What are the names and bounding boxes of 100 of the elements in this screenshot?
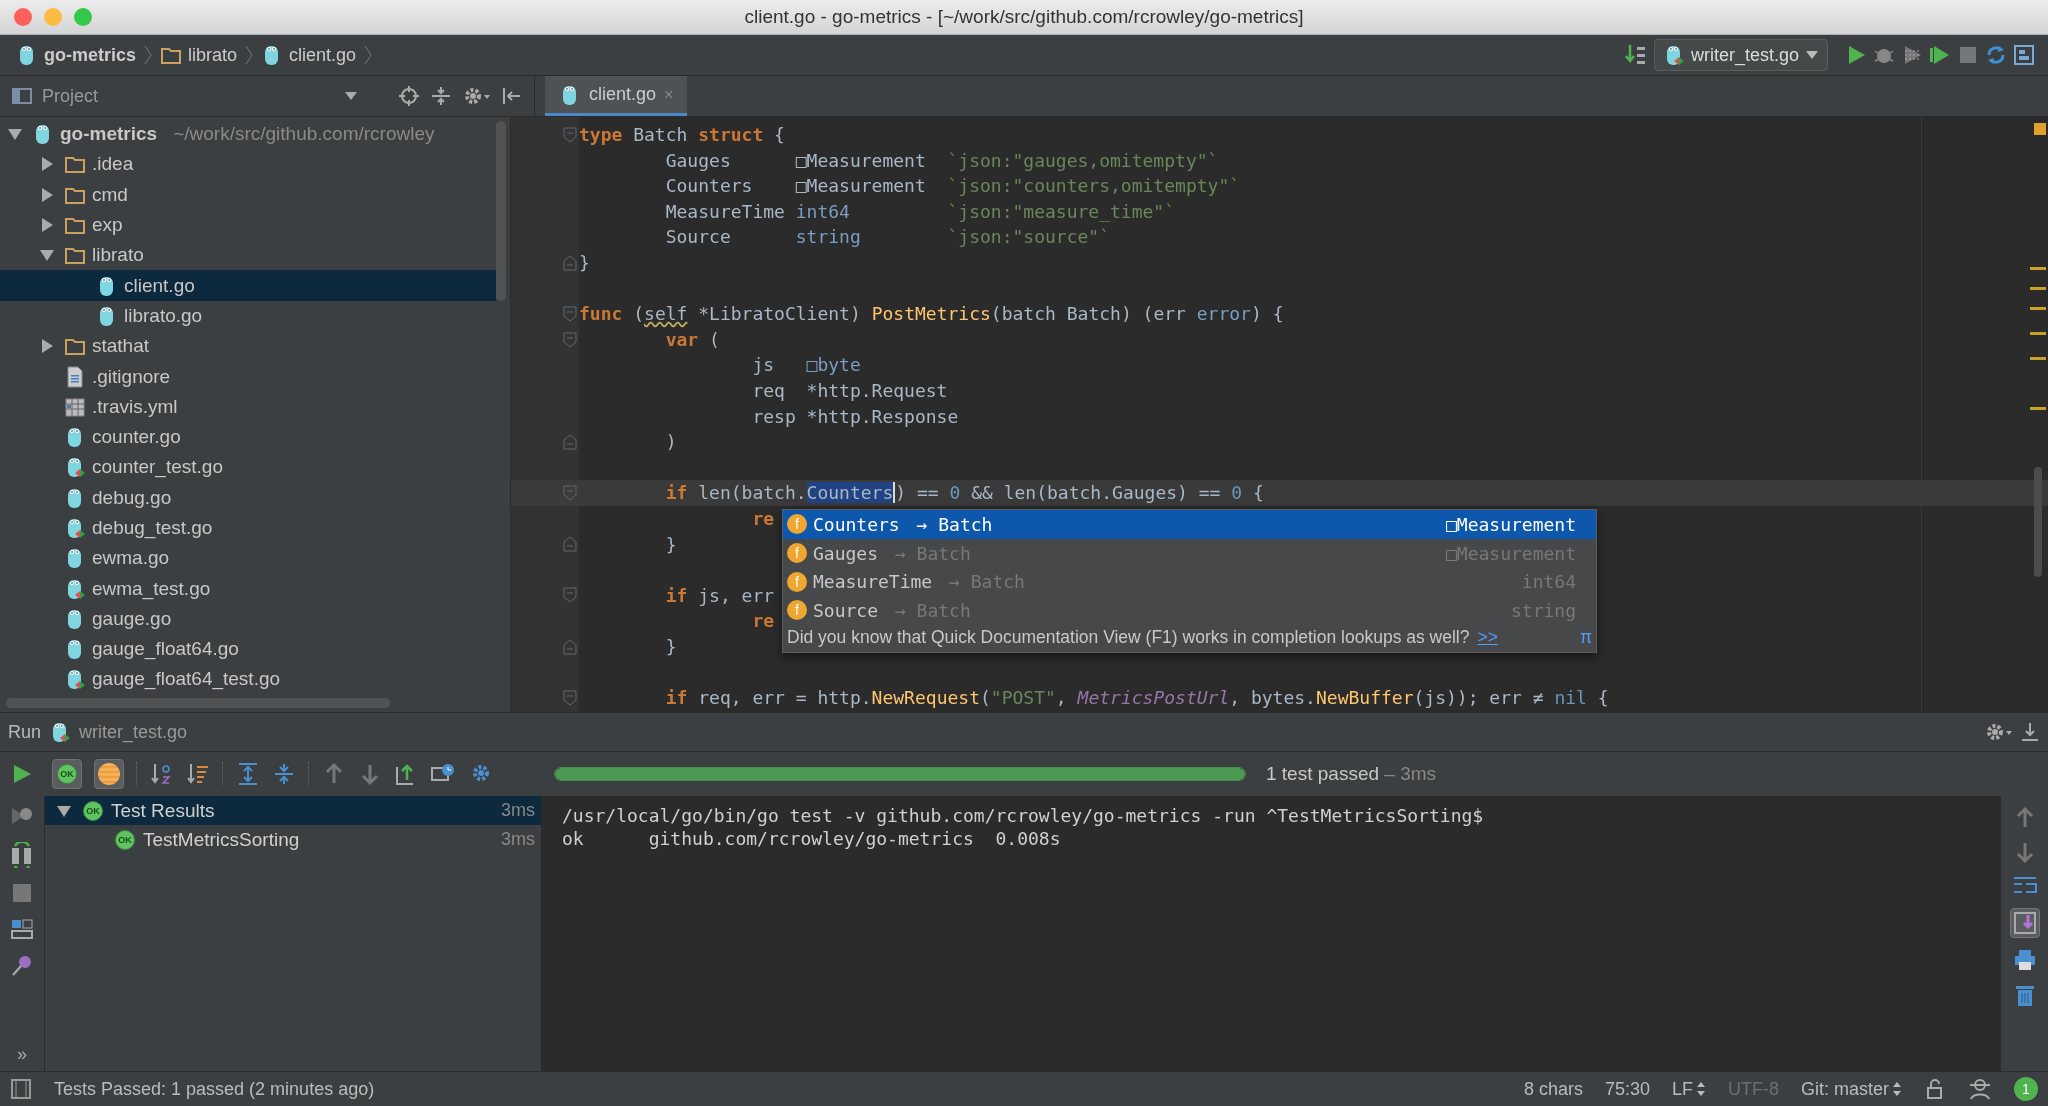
close-window-button[interactable]	[14, 8, 32, 26]
code-line: re	[751, 610, 775, 632]
tree-item[interactable]: ewma.go	[0, 543, 496, 574]
tree-item[interactable]: librato	[0, 240, 496, 271]
file-name: cmd	[92, 183, 128, 206]
tree-item[interactable]: ewma_test.go	[0, 573, 496, 604]
scrollbar-thumb[interactable]	[496, 121, 506, 301]
pin-icon[interactable]	[10, 954, 34, 978]
file-name: librato.go	[124, 304, 203, 327]
fold-marker-icon[interactable]	[563, 433, 577, 450]
file-name: go-metrics	[60, 123, 158, 146]
code-line: req *http.Request	[751, 379, 948, 401]
fold-marker-icon[interactable]	[563, 485, 577, 502]
stop-icon[interactable]	[11, 882, 33, 904]
tree-item[interactable]: cmd	[0, 179, 496, 210]
fold-marker-icon[interactable]	[563, 254, 577, 271]
breadcrumb[interactable]: client.go	[257, 41, 361, 69]
tree-item[interactable]: .gitignore	[0, 361, 496, 392]
zoom-window-button[interactable]	[74, 8, 92, 26]
settings-icon[interactable]	[462, 85, 490, 107]
file-name: stathat	[92, 335, 150, 358]
project-view-title[interactable]: Project	[42, 85, 99, 107]
code-line: type Batch struct {	[579, 124, 785, 145]
pi-symbol[interactable]: π	[1579, 626, 1592, 648]
auto-test-toggle-icon[interactable]	[10, 842, 34, 868]
tree-item[interactable]: debug.go	[0, 482, 496, 513]
run-panel-title: Run	[8, 721, 42, 743]
fold-marker-icon[interactable]	[563, 587, 577, 604]
code-line: if req, err = http.NewRequest("POST", MetricsPostUrl, bytes.NewBuffer(js)); err ≠ nil {	[664, 687, 1609, 709]
sort-by-duration-icon[interactable]	[186, 762, 210, 786]
hide-panel-icon[interactable]	[500, 85, 522, 107]
scroll-to-end-icon	[2012, 911, 2037, 935]
collapsed-arrow-icon[interactable]	[39, 217, 55, 234]
collapse-all-icon[interactable]	[430, 85, 452, 107]
scrollbar-thumb[interactable]	[2034, 467, 2042, 577]
fold-marker-icon[interactable]	[563, 638, 577, 655]
tree-item[interactable]: gauge_float64_test.go	[0, 664, 496, 695]
file-name: counter_test.go	[92, 456, 223, 479]
hide-panel-icon[interactable]	[2020, 721, 2040, 743]
fold-marker-icon[interactable]	[563, 305, 577, 322]
file-name: client.go	[124, 274, 195, 297]
tree-item[interactable]: stathat	[0, 331, 496, 362]
up-down-caret-icon	[1892, 1081, 1902, 1097]
breadcrumb-separator-icon	[144, 45, 153, 65]
test-tree-item[interactable]: OK TestMetricsSorting 3ms	[45, 825, 541, 854]
inspector-icon[interactable]	[1968, 1077, 1992, 1101]
expand-all-icon[interactable]	[236, 762, 260, 786]
fold-marker-icon[interactable]	[563, 536, 577, 553]
fold-marker-icon[interactable]	[563, 689, 577, 706]
console-output: /usr/local/go/bin/go test -v github.com/rcrowley/go-metrics -run ^TestMetricsSorting$ ok github.com/rcrowley/go-metrics 0.008s	[542, 796, 2001, 1071]
code-line: re	[751, 507, 775, 529]
structure-icon[interactable]	[2012, 43, 2036, 67]
target-icon[interactable]	[398, 85, 420, 107]
tree-item[interactable]: .idea	[0, 149, 496, 180]
status-item[interactable]: 75:30	[1604, 1078, 1650, 1100]
code-line: js □byte	[751, 354, 861, 376]
status-item[interactable]: LF	[1671, 1078, 1706, 1100]
tree-item[interactable]: librato.go	[0, 300, 496, 332]
show-passed-toggle[interactable]: OK	[52, 759, 82, 789]
fold-marker-icon[interactable]	[563, 331, 577, 348]
tree-item[interactable]: .travis.yml	[0, 391, 496, 422]
status-item[interactable]: Git: master	[1801, 1078, 1902, 1100]
tree-item[interactable]: gauge_float64.go	[0, 634, 496, 665]
tree-item[interactable]: counter_test.go	[0, 452, 496, 483]
scroll-to-end-toggle[interactable]	[2009, 908, 2040, 938]
collapse-all-icon[interactable]	[272, 762, 296, 786]
status-item[interactable]: 8 chars	[1523, 1078, 1583, 1100]
tree-item[interactable]: gauge.go	[0, 603, 496, 635]
up-down-caret-icon	[1696, 1081, 1706, 1097]
collapsed-arrow-icon[interactable]	[39, 338, 55, 355]
show-ignored-toggle[interactable]	[94, 759, 124, 789]
layout-icon[interactable]	[10, 918, 34, 940]
breadcrumb-separator-icon	[245, 45, 254, 65]
breadcrumb[interactable]: go-metrics	[12, 41, 141, 69]
code-line: var (	[664, 328, 720, 350]
tree-item[interactable]: debug_test.go	[0, 512, 496, 544]
tip-link[interactable]: >>	[1477, 626, 1498, 648]
editor-tab[interactable]: client.go ×	[545, 76, 688, 116]
file-name: .travis.yml	[92, 395, 178, 418]
fold-marker-icon[interactable]	[563, 126, 577, 143]
collapsed-arrow-icon[interactable]	[39, 156, 55, 173]
dropdown-caret-icon[interactable]	[344, 91, 358, 101]
project-view-icon	[12, 87, 32, 105]
tree-item[interactable]: exp	[0, 209, 496, 241]
breadcrumb[interactable]: librato	[156, 42, 242, 68]
completion-item[interactable]: f Counters → Batch □Measurement	[783, 510, 1596, 539]
sort-alphabetically-icon[interactable]	[150, 762, 174, 786]
more-tools-button[interactable]: »	[17, 1044, 27, 1065]
print-icon[interactable]	[2012, 948, 2037, 972]
test-tree-item[interactable]: OK Test Results 3ms	[45, 796, 541, 825]
panel-toggle-icon[interactable]	[10, 1078, 32, 1100]
test-duration: 3ms	[501, 829, 535, 850]
tree-item[interactable]: client.go	[0, 270, 496, 301]
tree-item[interactable]: go-metrics ~/work/src/github.com/rcrowley	[0, 119, 496, 150]
text-file-icon	[64, 364, 86, 389]
tree-item[interactable]: counter.go	[0, 421, 496, 453]
settings-icon[interactable]	[1984, 721, 2012, 743]
collapsed-arrow-icon[interactable]	[39, 186, 55, 203]
code-line: }	[664, 635, 677, 657]
run-configuration-dropdown[interactable]: writer_test.go	[1653, 39, 1828, 71]
